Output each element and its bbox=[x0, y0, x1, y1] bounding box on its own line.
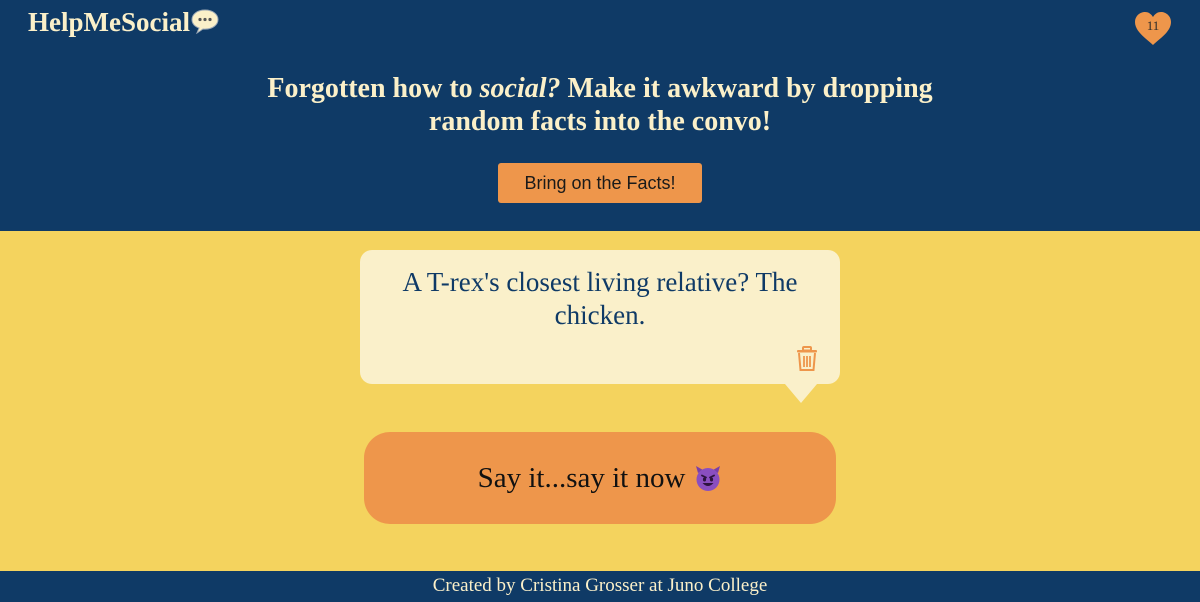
fact-card: A T-rex's closest living relative? The c… bbox=[360, 250, 840, 384]
header: HelpMeSocial 11 Forgotten how to social?… bbox=[0, 0, 1200, 231]
bring-facts-button[interactable]: Bring on the Facts! bbox=[498, 163, 702, 203]
logo[interactable]: HelpMeSocial bbox=[28, 7, 219, 41]
speech-bubble-icon bbox=[191, 8, 219, 41]
tagline: Forgotten how to social? Make it awkward… bbox=[250, 72, 950, 138]
logo-text: HelpMeSocial bbox=[28, 7, 190, 37]
tagline-part-1: Forgotten how to bbox=[267, 73, 480, 104]
trash-icon[interactable] bbox=[795, 346, 819, 372]
footer: Created by Cristina Grosser at Juno Coll… bbox=[0, 571, 1200, 602]
favorites-counter[interactable]: 11 bbox=[1133, 11, 1173, 47]
footer-credit: Created by Cristina Grosser at Juno Coll… bbox=[432, 575, 768, 596]
fact-text: A T-rex's closest living relative? The c… bbox=[402, 267, 798, 330]
say-it-label: Say it...say it now bbox=[477, 461, 686, 494]
fact-card-tail bbox=[785, 384, 817, 403]
favorites-count: 11 bbox=[1146, 18, 1160, 33]
say-it-button[interactable]: Say it...say it now bbox=[364, 432, 836, 524]
smiling-devil-icon bbox=[694, 464, 722, 492]
tagline-emphasis: social? bbox=[479, 73, 561, 104]
